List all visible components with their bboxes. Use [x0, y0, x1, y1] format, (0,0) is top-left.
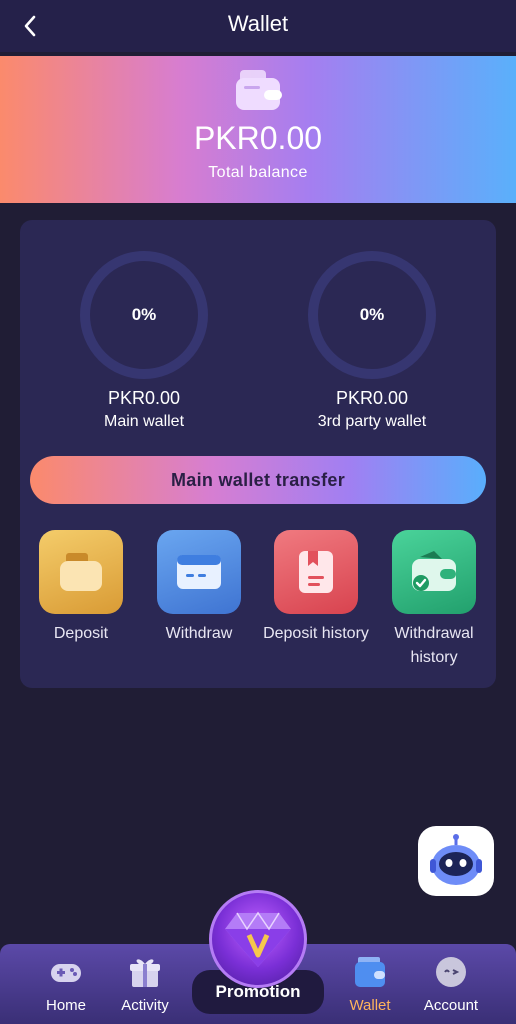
receipt-icon — [299, 551, 333, 593]
withdrawal-history-label: Withdrawal history — [394, 625, 474, 666]
third-party-wallet-label: 3rd party wallet — [317, 413, 427, 430]
nav-home[interactable]: Home — [26, 954, 106, 1014]
nav-account[interactable]: Account — [411, 954, 491, 1014]
gamepad-icon — [51, 964, 81, 982]
main-wallet-amount: PKR0.00 — [107, 388, 181, 408]
main-wallet-label: Main wallet — [103, 413, 185, 430]
nav-activity-label: Activity — [121, 997, 169, 1014]
withdraw-tile — [157, 530, 241, 614]
robot-icon — [430, 834, 482, 885]
deposit-wallet-icon — [60, 553, 102, 591]
main-wallet-ring: 0% — [80, 251, 208, 379]
third-party-wallet-ring: 0% — [308, 251, 436, 379]
nav-account-label: Account — [423, 997, 479, 1014]
withdrawal-history-tile — [392, 530, 476, 614]
support-chat-button[interactable] — [418, 826, 494, 896]
nav-wallet[interactable]: Wallet — [330, 954, 410, 1014]
avatar-icon — [436, 957, 466, 987]
withdrawal-history-button[interactable]: Withdrawal history — [379, 530, 489, 670]
third-party-wallet-percent: 0% — [359, 305, 385, 324]
deposit-tile — [39, 530, 123, 614]
nav-activity[interactable]: Activity — [105, 954, 185, 1014]
withdraw-button[interactable]: Withdraw — [144, 530, 254, 646]
diamond-icon — [225, 911, 291, 967]
nav-wallet-label: Wallet — [349, 997, 391, 1014]
gift-icon — [130, 959, 160, 987]
page-title: Wallet — [227, 11, 289, 36]
wallet-icon — [355, 957, 385, 987]
deposit-button[interactable]: Deposit — [26, 530, 136, 646]
top-bar: Wallet — [0, 0, 516, 52]
total-balance-amount: PKR0.00 — [193, 120, 323, 156]
promotion-orb-button[interactable] — [209, 890, 307, 988]
deposit-history-tile — [274, 530, 358, 614]
wallet-check-icon — [412, 551, 456, 591]
nav-home-label: Home — [45, 997, 86, 1014]
deposit-history-button[interactable]: Deposit history — [261, 530, 371, 646]
deposit-label: Deposit — [53, 625, 109, 642]
total-balance-label: Total balance — [208, 164, 308, 181]
wallet-icon — [236, 70, 282, 110]
third-party-wallet-amount: PKR0.00 — [335, 388, 409, 408]
deposit-history-label: Deposit history — [263, 625, 369, 642]
withdraw-label: Withdraw — [165, 625, 233, 642]
main-wallet-transfer-button[interactable]: Main wallet transfer — [30, 456, 486, 504]
main-wallet-percent: 0% — [131, 305, 157, 324]
card-icon — [177, 555, 221, 589]
